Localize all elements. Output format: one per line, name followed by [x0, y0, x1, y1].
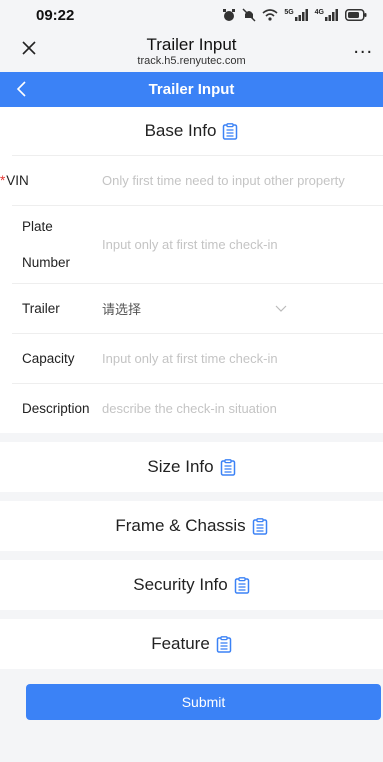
size-info-title: Size Info — [147, 457, 214, 476]
vin-input[interactable]: Only first time need to input other prop… — [102, 173, 345, 188]
capacity-row[interactable]: Capacity Input only at first time check-… — [12, 333, 383, 383]
base-info-header[interactable]: Base Info — [0, 107, 383, 155]
required-mark: * — [0, 173, 6, 188]
wifi-icon — [262, 9, 278, 21]
nav-title: Trailer Input — [148, 81, 235, 98]
feature-header[interactable]: Feature — [0, 619, 383, 669]
document-icon — [252, 517, 267, 535]
divider — [0, 610, 383, 619]
document-icon — [220, 458, 235, 476]
document-icon — [216, 635, 232, 653]
trailer-label: Trailer — [22, 301, 60, 316]
chevron-down-icon — [275, 305, 287, 312]
description-row[interactable]: Description describe the check-in situat… — [12, 383, 383, 433]
more-options-icon[interactable]: ... — [353, 36, 373, 59]
description-label: Description — [22, 401, 90, 416]
submit-area: Submit — [0, 669, 383, 720]
size-info-header[interactable]: Size Info — [0, 442, 383, 492]
frame-chassis-header[interactable]: Frame & Chassis — [0, 501, 383, 551]
description-input[interactable]: describe the check-in situation — [102, 401, 277, 416]
document-icon — [234, 576, 249, 594]
base-info-form: *VIN Only first time need to input other… — [0, 155, 383, 433]
plate-number-label: Plate Number — [22, 218, 71, 270]
mute-icon — [242, 8, 256, 22]
close-icon[interactable] — [18, 37, 42, 61]
browser-title-bar: Trailer Input track.h5.renyutec.com ... — [0, 30, 383, 72]
app-nav-bar: Trailer Input — [0, 72, 383, 107]
capacity-input[interactable]: Input only at first time check-in — [102, 351, 278, 366]
security-info-header[interactable]: Security Info — [0, 560, 383, 610]
status-time: 09:22 — [36, 6, 75, 24]
submit-button[interactable]: Submit — [26, 684, 381, 720]
divider — [0, 492, 383, 501]
security-info-title: Security Info — [133, 575, 228, 594]
divider — [0, 433, 383, 442]
back-icon[interactable] — [12, 78, 32, 100]
plate-number-row[interactable]: Plate Number Input only at first time ch… — [12, 205, 383, 283]
alarm-icon — [223, 9, 236, 21]
divider — [0, 551, 383, 560]
frame-chassis-title: Frame & Chassis — [115, 516, 246, 535]
vin-row[interactable]: *VIN Only first time need to input other… — [0, 155, 383, 205]
document-icon — [223, 122, 238, 140]
signal-5g-icon: 5G — [284, 9, 308, 21]
vin-label: *VIN — [0, 173, 29, 188]
trailer-select[interactable]: 请选择 — [102, 299, 287, 318]
title-block: Trailer Input track.h5.renyutec.com — [137, 36, 245, 67]
page-url: track.h5.renyutec.com — [137, 54, 246, 67]
feature-title: Feature — [151, 634, 210, 653]
signal-4g-icon: 4G — [315, 9, 339, 21]
trailer-row[interactable]: Trailer 请选择 — [12, 283, 383, 333]
system-icons: 5G 4G — [222, 8, 367, 22]
trailer-select-value: 请选择 — [102, 302, 142, 317]
status-bar: 09:22 5G 4G — [0, 0, 383, 30]
battery-icon — [345, 9, 367, 21]
page-title: Trailer Input — [146, 34, 237, 54]
plate-number-input[interactable]: Input only at first time check-in — [102, 237, 278, 252]
base-info-title: Base Info — [144, 121, 217, 140]
capacity-label: Capacity — [22, 351, 75, 366]
